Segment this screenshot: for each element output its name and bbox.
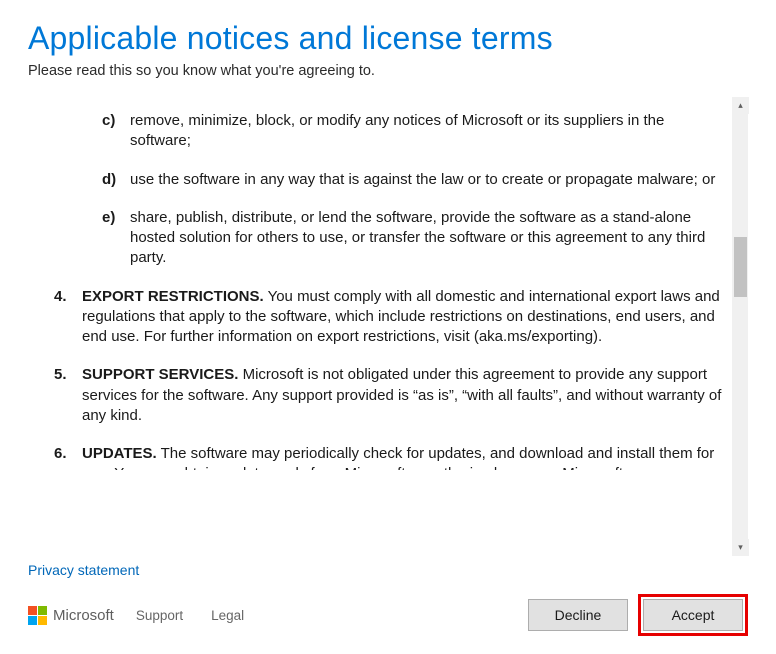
main-item-number: 6. xyxy=(54,444,82,470)
sub-item-letter: d) xyxy=(102,170,130,190)
page-subtitle: Please read this so you know what you're… xyxy=(28,63,748,79)
footer: Microsoft Support Legal Decline Accept xyxy=(28,586,748,654)
main-item-body: EXPORT RESTRICTIONS. You must comply wit… xyxy=(82,287,725,348)
main-item-heading: SUPPORT SERVICES. xyxy=(82,366,238,383)
license-main-item: 6. UPDATES. The software may periodicall… xyxy=(46,444,725,470)
microsoft-logo: Microsoft xyxy=(28,606,114,625)
decline-button[interactable]: Decline xyxy=(528,599,628,631)
license-sub-item: d) use the software in any way that is a… xyxy=(46,170,725,190)
license-main-item: 4. EXPORT RESTRICTIONS. You must comply … xyxy=(46,287,725,348)
main-item-heading: UPDATES. xyxy=(82,445,157,462)
main-item-number: 4. xyxy=(54,287,82,348)
scroll-up-arrow-icon[interactable]: ▴ xyxy=(732,97,749,114)
main-item-body: UPDATES. The software may periodically c… xyxy=(82,444,725,470)
support-link[interactable]: Support xyxy=(136,608,183,623)
sub-item-text: remove, minimize, block, or modify any n… xyxy=(130,111,725,152)
privacy-statement-link[interactable]: Privacy statement xyxy=(28,556,139,586)
sub-item-text: share, publish, distribute, or lend the … xyxy=(130,208,725,269)
main-item-heading: EXPORT RESTRICTIONS. xyxy=(82,288,264,305)
accept-button-highlight: Accept xyxy=(638,594,748,636)
scroll-thumb[interactable] xyxy=(734,237,747,297)
scrollbar[interactable]: ▴ ▾ xyxy=(731,97,748,556)
main-item-body: SUPPORT SERVICES. Microsoft is not oblig… xyxy=(82,365,725,426)
sub-item-letter: c) xyxy=(102,111,130,152)
microsoft-logo-icon xyxy=(28,606,47,625)
main-item-number: 5. xyxy=(54,365,82,426)
license-scroll-region: c) remove, minimize, block, or modify an… xyxy=(28,97,748,556)
license-sub-item: e) share, publish, distribute, or lend t… xyxy=(46,208,725,269)
license-text-area: c) remove, minimize, block, or modify an… xyxy=(28,97,731,556)
sub-item-letter: e) xyxy=(102,208,130,269)
microsoft-brand-text: Microsoft xyxy=(53,607,114,624)
license-sub-item: c) remove, minimize, block, or modify an… xyxy=(46,111,725,152)
page-title: Applicable notices and license terms xyxy=(28,20,748,57)
accept-button[interactable]: Accept xyxy=(643,599,743,631)
license-main-item: 5. SUPPORT SERVICES. Microsoft is not ob… xyxy=(46,365,725,426)
main-item-text: The software may periodically check for … xyxy=(82,445,714,470)
legal-link[interactable]: Legal xyxy=(211,608,244,623)
sub-item-text: use the software in any way that is agai… xyxy=(130,170,725,190)
scroll-down-arrow-icon[interactable]: ▾ xyxy=(732,539,749,556)
